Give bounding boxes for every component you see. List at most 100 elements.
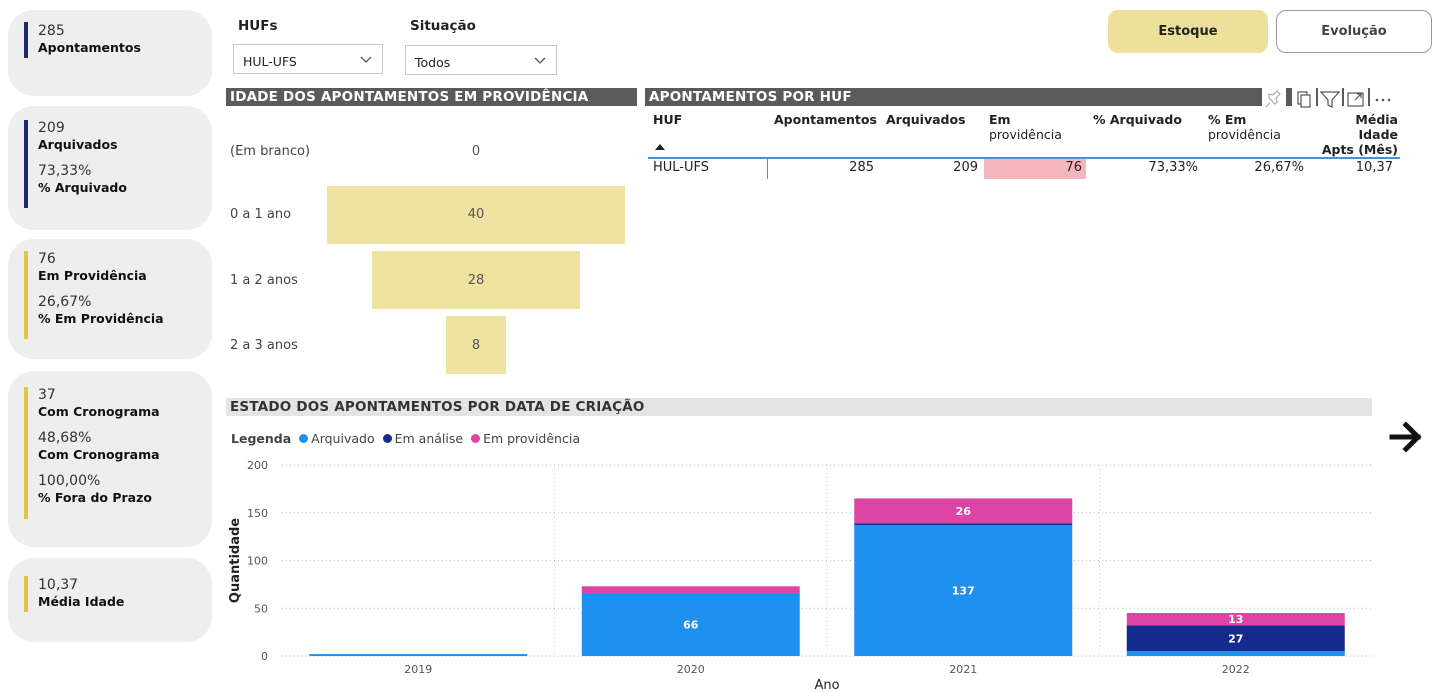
funnel-title: IDADE DOS APONTAMENTOS EM PROVIDÊNCIA [226,88,637,106]
x-tick-label: 2020 [677,663,705,676]
th-arquivados[interactable]: Arquivados [886,112,966,127]
th-pct-arquivado[interactable]: % Arquivado [1093,112,1182,127]
bar-em-análise-2021[interactable] [854,523,1073,526]
funnel-value-em-branco: 0 [471,144,481,159]
funnel-value-2-3: 8 [471,338,481,353]
x-tick-label: 2021 [949,663,977,676]
stacked-bar-chart: 0 50 100 150 200 2019 66 2020 137 26 2021 27 13 2022 A… [228,459,1372,692]
kpi-apontamentos-value: 285 [38,23,65,39]
chart-title: ESTADO DOS APONTAMENTOS POR DATA DE CRIA… [226,398,1372,416]
situacao-dropdown[interactable]: Todos [405,45,557,75]
kpi-idade-label: Média Idade [38,594,125,609]
th-pct-em-line1: % Em [1208,112,1247,127]
chevron-down-icon [360,56,372,63]
kpi-providencia-pct: 26,67% [38,294,92,310]
kpi-apontamentos-label: Apontamentos [38,40,141,55]
table-row-divider [767,159,768,179]
legend-title: Legenda [231,431,292,446]
legend-arquivado[interactable]: Arquivado [311,431,374,446]
kpi-arquivados: 209 Arquivados 73,33% % Arquivado [24,120,127,208]
hufs-dropdown[interactable]: HUL-UFS [233,44,383,74]
kpi-card-apontamentos: 285 Apontamentos [8,10,212,96]
situacao-slicer-label: Situação [410,18,476,34]
legend-dot-em-providencia [471,434,481,443]
more-options-icon[interactable] [1370,88,1397,110]
kpi-prazo-label: % Fora do Prazo [38,490,152,505]
kpi-cronograma-pct-label: Com Cronograma [38,447,160,462]
funnel-label-1-2: 1 a 2 anos [230,273,298,288]
copy-icon[interactable] [1292,88,1316,110]
kpi-prazo-pct: 100,00% [38,473,101,489]
td-media-idade: 10,37 [1355,160,1393,175]
td-pct-arquivado: 73,33% [1148,160,1198,175]
bar-data-label: 66 [683,618,699,631]
bar-arquivado-2022[interactable] [1126,651,1345,656]
th-huf[interactable]: HUF [653,112,682,127]
th-pct-em-providencia[interactable]: % Em providência [1208,112,1281,142]
kpi-card-idade: 10,37 Média Idade [8,558,212,642]
y-axis-title: Quantidade [228,518,243,603]
kpi-card-cronograma: 37 Com Cronograma 48,68% Com Cronograma … [8,371,212,547]
td-apontamentos: 285 [849,160,874,175]
th-media-idade[interactable]: Média Idade Apts (Mês) [1314,112,1398,157]
kpi-cronograma-label: Com Cronograma [38,404,160,419]
td-pct-em-providencia: 26,67% [1254,160,1304,175]
y-tick-label: 50 [254,602,268,615]
funnel-label-em-branco: (Em branco) [230,144,311,159]
bar-em-providência-2020[interactable] [581,586,800,593]
th-em-providencia-line2: providência [989,127,1062,142]
x-tick-label: 2022 [1222,663,1250,676]
arrow-right-icon[interactable] [1388,421,1424,453]
hufs-dropdown-value: HUL-UFS [243,54,297,69]
td-arquivados: 209 [953,160,978,175]
kpi-idade: 10,37 Média Idade [24,576,124,612]
th-pct-em-line2: providência [1208,127,1281,142]
bar-arquivado-2019[interactable] [309,654,528,656]
legend-dot-em-analise [382,434,392,443]
th-em-providencia[interactable]: Em providência [989,112,1062,142]
legend-em-analise[interactable]: Em análise [395,431,463,446]
bar-data-label: 13 [1228,613,1243,626]
y-tick-label: 200 [247,459,268,472]
focus-mode-icon[interactable] [1344,88,1368,110]
legend-em-providencia[interactable]: Em providência [483,431,580,446]
th-media-line1: Média Idade [1355,112,1398,142]
funnel-value-1-2: 28 [467,273,485,288]
kpi-idade-value: 10,37 [38,577,79,593]
chart-legend: Legenda Arquivado Em análise Em providên… [231,431,580,446]
td-huf: HUL-UFS [653,160,710,175]
kpi-apontamentos: 285 Apontamentos [24,22,141,58]
bar-data-label: 137 [952,585,975,598]
funnel-label-2-3: 2 a 3 anos [230,338,298,353]
y-tick-label: 100 [247,555,268,568]
x-tick-label: 2019 [404,663,432,676]
sort-ascending-icon[interactable] [655,142,665,150]
kpi-providencia-value: 76 [38,251,56,267]
kpi-providencia: 76 Em Providência 26,67% % Em Providênci… [24,251,164,339]
kpi-cronograma-pct: 48,68% [38,430,92,446]
legend-dot-arquivado [299,434,309,443]
th-media-line2: Apts (Mês) [1321,142,1398,157]
y-tick-label: 150 [247,507,268,520]
hufs-slicer-label: HUFs [238,18,278,34]
pin-icon[interactable] [1262,88,1286,110]
kpi-providencia-pct-label: % Em Providência [38,311,164,326]
kpi-card-arquivados: 209 Arquivados 73,33% % Arquivado [8,106,212,230]
kpi-providencia-label: Em Providência [38,268,147,283]
kpi-arquivados-pct: 73,33% [38,163,92,179]
kpi-cronograma: 37 Com Cronograma 48,68% Com Cronograma … [24,387,160,519]
x-axis-title: Ano [814,678,839,692]
bar-data-label: 26 [956,505,972,518]
funnel-value-0-1: 40 [467,207,485,222]
bar-data-label: 27 [1228,632,1243,645]
kpi-card-providencia: 76 Em Providência 26,67% % Em Providênci… [8,239,212,359]
kpi-arquivados-pct-label: % Arquivado [38,180,127,195]
th-apontamentos[interactable]: Apontamentos [774,112,877,127]
evolucao-button[interactable]: Evolução [1276,10,1432,53]
kpi-arquivados-value: 209 [38,120,65,136]
th-em-providencia-line1: Em [989,112,1011,127]
y-tick-label: 0 [261,650,268,663]
estoque-button[interactable]: Estoque [1108,10,1268,53]
situacao-dropdown-value: Todos [415,55,451,70]
filter-icon[interactable] [1318,88,1342,110]
